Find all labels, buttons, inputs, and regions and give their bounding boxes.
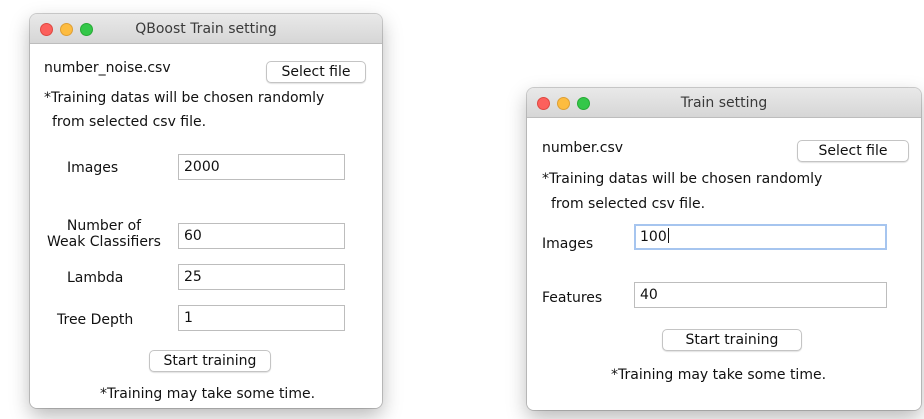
select-file-button[interactable]: Select file bbox=[797, 140, 909, 162]
text-caret bbox=[667, 228, 669, 243]
train-setting-window: Train setting number.csv Select file *Tr… bbox=[527, 88, 921, 410]
qboost-train-setting-window: QBoost Train setting number_noise.csv Se… bbox=[30, 14, 382, 408]
window-title: Train setting bbox=[680, 95, 768, 111]
random-selection-note-line2: from selected csv file. bbox=[52, 114, 207, 130]
select-file-button[interactable]: Select file bbox=[266, 61, 366, 83]
title-bar[interactable]: Train setting bbox=[527, 88, 921, 118]
selected-file-name: number.csv bbox=[542, 140, 624, 156]
tree-depth-label: Tree Depth bbox=[57, 312, 134, 328]
weak-classifiers-label-line1: Number of bbox=[66, 218, 142, 234]
start-training-button[interactable]: Start training bbox=[149, 350, 271, 372]
images-label: Images bbox=[542, 236, 594, 252]
lambda-input[interactable]: 25 bbox=[178, 264, 345, 290]
window-body: number.csv Select file *Training datas w… bbox=[527, 118, 921, 410]
weak-classifiers-input[interactable]: 60 bbox=[178, 223, 345, 249]
title-bar[interactable]: QBoost Train setting bbox=[30, 14, 382, 44]
tree-depth-input[interactable]: 1 bbox=[178, 305, 345, 331]
images-input[interactable]: 2000 bbox=[178, 154, 345, 180]
random-selection-note-line1: *Training datas will be chosen randomly bbox=[44, 90, 325, 106]
weak-classifiers-label-line2: Weak Classifiers bbox=[47, 234, 161, 250]
features-label: Features bbox=[542, 290, 603, 306]
selected-file-name: number_noise.csv bbox=[44, 60, 171, 76]
window-title: QBoost Train setting bbox=[135, 21, 277, 37]
features-input[interactable]: 40 bbox=[634, 282, 887, 308]
training-time-note: *Training may take some time. bbox=[611, 367, 827, 383]
lambda-label: Lambda bbox=[67, 270, 124, 286]
random-selection-note-line1: *Training datas will be chosen randomly bbox=[542, 171, 823, 187]
images-label: Images bbox=[67, 160, 119, 176]
screenshot-canvas: QBoost Train setting number_noise.csv Se… bbox=[0, 0, 924, 419]
window-body: number_noise.csv Select file *Training d… bbox=[30, 44, 382, 408]
random-selection-note-line2: from selected csv file. bbox=[551, 196, 706, 212]
start-training-button[interactable]: Start training bbox=[662, 329, 802, 351]
weak-classifiers-label: Number of Weak Classifiers bbox=[44, 218, 164, 250]
images-input-value: 100 bbox=[640, 229, 667, 245]
training-time-note: *Training may take some time. bbox=[100, 386, 316, 402]
images-input[interactable]: 100 bbox=[634, 224, 887, 250]
